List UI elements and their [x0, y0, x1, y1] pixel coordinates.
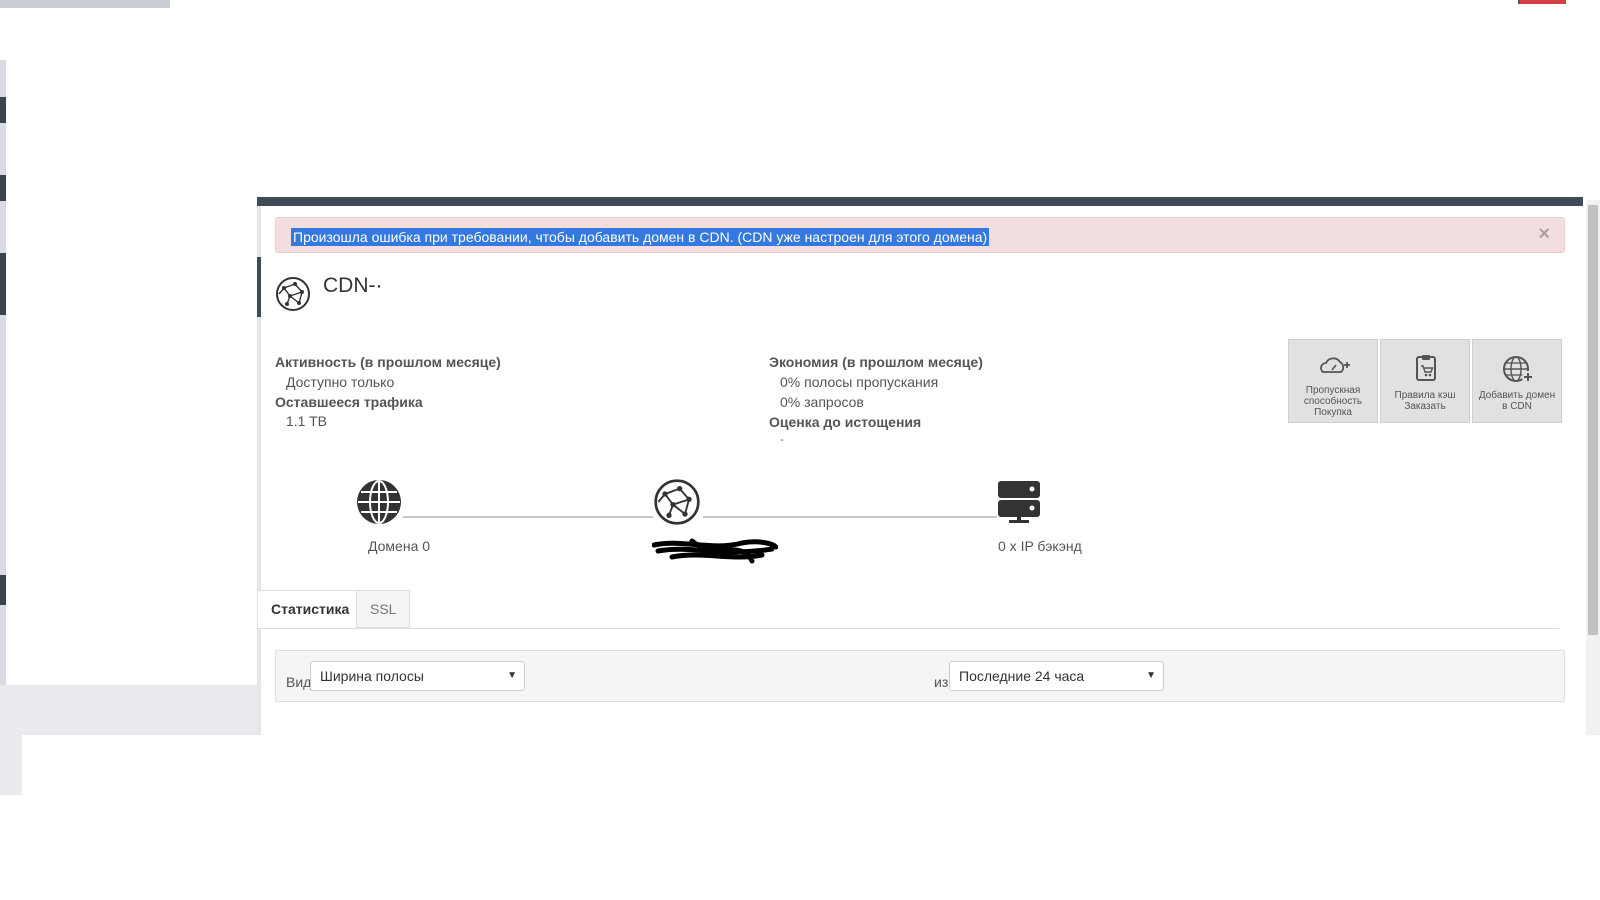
redaction-scribble: [652, 538, 778, 564]
add-domain-to-cdn-button[interactable]: Добавить домен в CDN: [1472, 339, 1562, 423]
scrollbar-thumb[interactable]: [1588, 205, 1598, 635]
buy-bandwidth-button[interactable]: Пропускная способность Покупка: [1288, 339, 1378, 423]
topology-connector: [403, 516, 653, 518]
time-range-select[interactable]: Последние 24 часа ▼: [949, 661, 1164, 691]
estimate-label: Оценка до истощения: [769, 414, 922, 430]
tab-statistics[interactable]: Статистика: [257, 590, 364, 628]
range-label: из: [934, 674, 949, 690]
order-cache-rules-button[interactable]: Правила кэш Заказать: [1380, 339, 1470, 423]
background-panel-inner: [22, 735, 260, 795]
add-domain-to-cdn-label: Добавить домен в CDN: [1478, 390, 1556, 412]
topology-connector: [703, 516, 997, 518]
savings-bandwidth-value: 0% полосы пропускания: [780, 374, 939, 390]
order-cache-rules-label: Правила кэш Заказать: [1394, 390, 1456, 412]
server-icon: [998, 481, 1040, 523]
background-nav-block: [0, 253, 6, 315]
panel-left-accent: [257, 257, 261, 317]
estimate-value: -: [780, 434, 784, 446]
browser-tab-edge: [0, 0, 170, 8]
error-alert: Произошла ошибка при требовании, чтобы д…: [275, 217, 1565, 253]
background-strip: [0, 60, 6, 780]
alert-close-button[interactable]: ×: [1538, 224, 1550, 244]
remaining-traffic-label: Оставшееся трафика: [275, 394, 423, 410]
page-title: CDN-·: [323, 274, 383, 297]
filter-bar: Вид Ширина полосы ▼ из Последние 24 часа…: [275, 650, 1565, 702]
clipboard-cart-icon: [1416, 355, 1436, 381]
window-close-control[interactable]: [1520, 0, 1566, 4]
cloud-gauge-plus-icon: [1320, 357, 1350, 373]
panel-top-bar: [257, 197, 1583, 206]
view-select-value: Ширина полосы: [320, 668, 424, 684]
backend-ip-label: 0 x IP бэкэнд: [998, 538, 1082, 554]
time-range-select-value: Последние 24 часа: [959, 668, 1085, 684]
globe-plus-icon: [1503, 356, 1534, 383]
background-nav-block: [0, 97, 6, 123]
tab-ssl[interactable]: SSL: [356, 590, 411, 628]
activity-label: Активность (в прошлом месяце): [275, 354, 501, 370]
chevron-down-icon: ▼: [1146, 670, 1156, 681]
tab-bar: Статистика SSL: [257, 590, 1559, 629]
chevron-down-icon: ▼: [507, 670, 517, 681]
background-nav-block: [0, 575, 6, 605]
background-nav-block: [0, 175, 6, 201]
view-select[interactable]: Ширина полосы ▼: [310, 661, 525, 691]
buy-bandwidth-label: Пропускная способность Покупка: [1303, 385, 1363, 418]
cdn-panel: Произошла ошибка при требовании, чтобы д…: [257, 197, 1583, 735]
domains-count-label: Домена 0: [368, 538, 431, 554]
network-globe-icon: [276, 277, 310, 311]
savings-label: Экономия (в прошлом месяце): [769, 354, 983, 370]
alert-message: Произошла ошибка при требовании, чтобы д…: [291, 228, 990, 246]
remaining-traffic-value: 1.1 TB: [286, 413, 327, 429]
savings-requests-value: 0% запросов: [780, 394, 864, 410]
activity-value: Доступно только: [286, 374, 395, 390]
view-label: Вид: [286, 674, 312, 690]
globe-icon: [357, 480, 401, 524]
network-globe-icon: [654, 479, 700, 525]
